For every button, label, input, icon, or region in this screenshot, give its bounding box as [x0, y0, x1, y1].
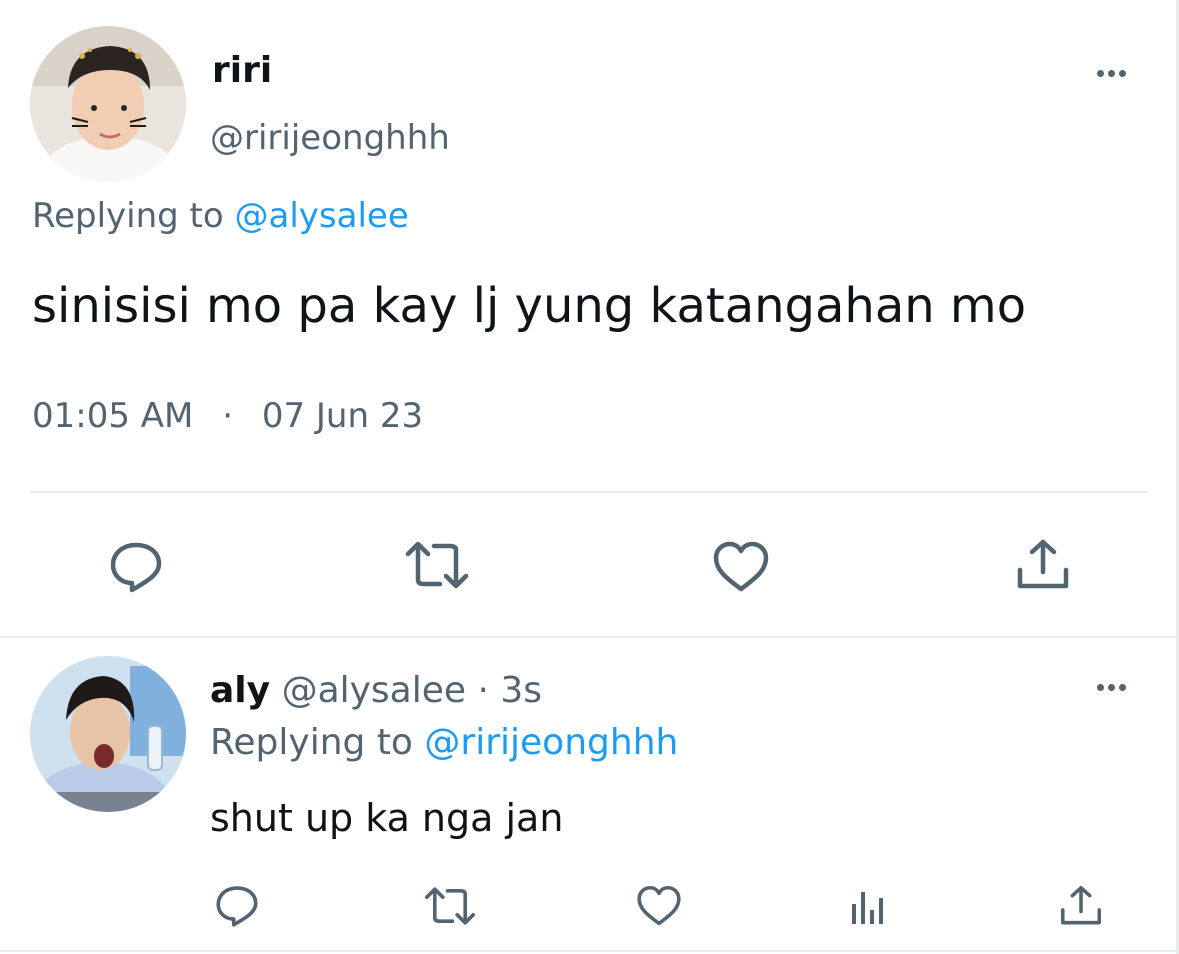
- tweet-thread: riri @ririjeonghhh Replying to @alysalee…: [0, 0, 1179, 954]
- author-name[interactable]: riri: [212, 50, 272, 91]
- dot: [1108, 70, 1115, 77]
- replying-to-line: Replying to @alysalee: [32, 196, 409, 236]
- reply-author-handle[interactable]: @alysalee: [282, 670, 466, 711]
- tweet-date: 07 Jun 23: [261, 396, 424, 436]
- separator: ·: [222, 396, 234, 436]
- avatar-riri-image: [30, 26, 186, 182]
- reply-time-ago[interactable]: · 3s: [478, 670, 543, 711]
- dot: [1097, 684, 1104, 691]
- reply-icon[interactable]: [214, 884, 260, 928]
- bottom-divider: [0, 950, 1179, 952]
- avatar-aly[interactable]: [30, 656, 186, 812]
- like-icon[interactable]: [712, 540, 770, 594]
- more-options-icon[interactable]: [1097, 70, 1126, 77]
- reply-author-name[interactable]: aly: [210, 670, 270, 711]
- tweet-timestamp[interactable]: 01:05 AM · 07 Jun 23: [32, 396, 423, 436]
- avatar-riri[interactable]: [30, 26, 186, 182]
- tweet-text: sinisisi mo pa kay lj yung katangahan mo: [32, 278, 1027, 334]
- reply-replying-label: Replying to: [210, 722, 413, 763]
- dot: [1119, 684, 1126, 691]
- replying-label: Replying to: [32, 196, 224, 236]
- section-divider: [0, 636, 1179, 638]
- reply-replying-to-line: Replying to @ririjeonghhh: [210, 722, 678, 763]
- dot: [1108, 684, 1115, 691]
- views-icon[interactable]: [850, 888, 888, 926]
- retweet-icon[interactable]: [402, 540, 472, 590]
- reply-header: aly @alysalee · 3s: [210, 670, 542, 711]
- dot: [1119, 70, 1126, 77]
- reply-more-options-icon[interactable]: [1097, 684, 1126, 691]
- reply-icon[interactable]: [108, 540, 164, 594]
- divider: [30, 491, 1148, 493]
- reply-replying-to-mention[interactable]: @ririjeonghhh: [424, 722, 678, 763]
- avatar-aly-image: [30, 656, 186, 812]
- tweet-time: 01:05 AM: [32, 396, 194, 436]
- share-icon[interactable]: [1014, 538, 1072, 592]
- author-handle[interactable]: @ririjeonghhh: [210, 118, 450, 158]
- like-icon[interactable]: [636, 884, 682, 928]
- reply-text: shut up ka nga jan: [210, 796, 564, 840]
- dot: [1097, 70, 1104, 77]
- share-icon[interactable]: [1058, 884, 1104, 928]
- replying-to-mention[interactable]: @alysalee: [235, 196, 409, 236]
- retweet-icon[interactable]: [422, 886, 478, 926]
